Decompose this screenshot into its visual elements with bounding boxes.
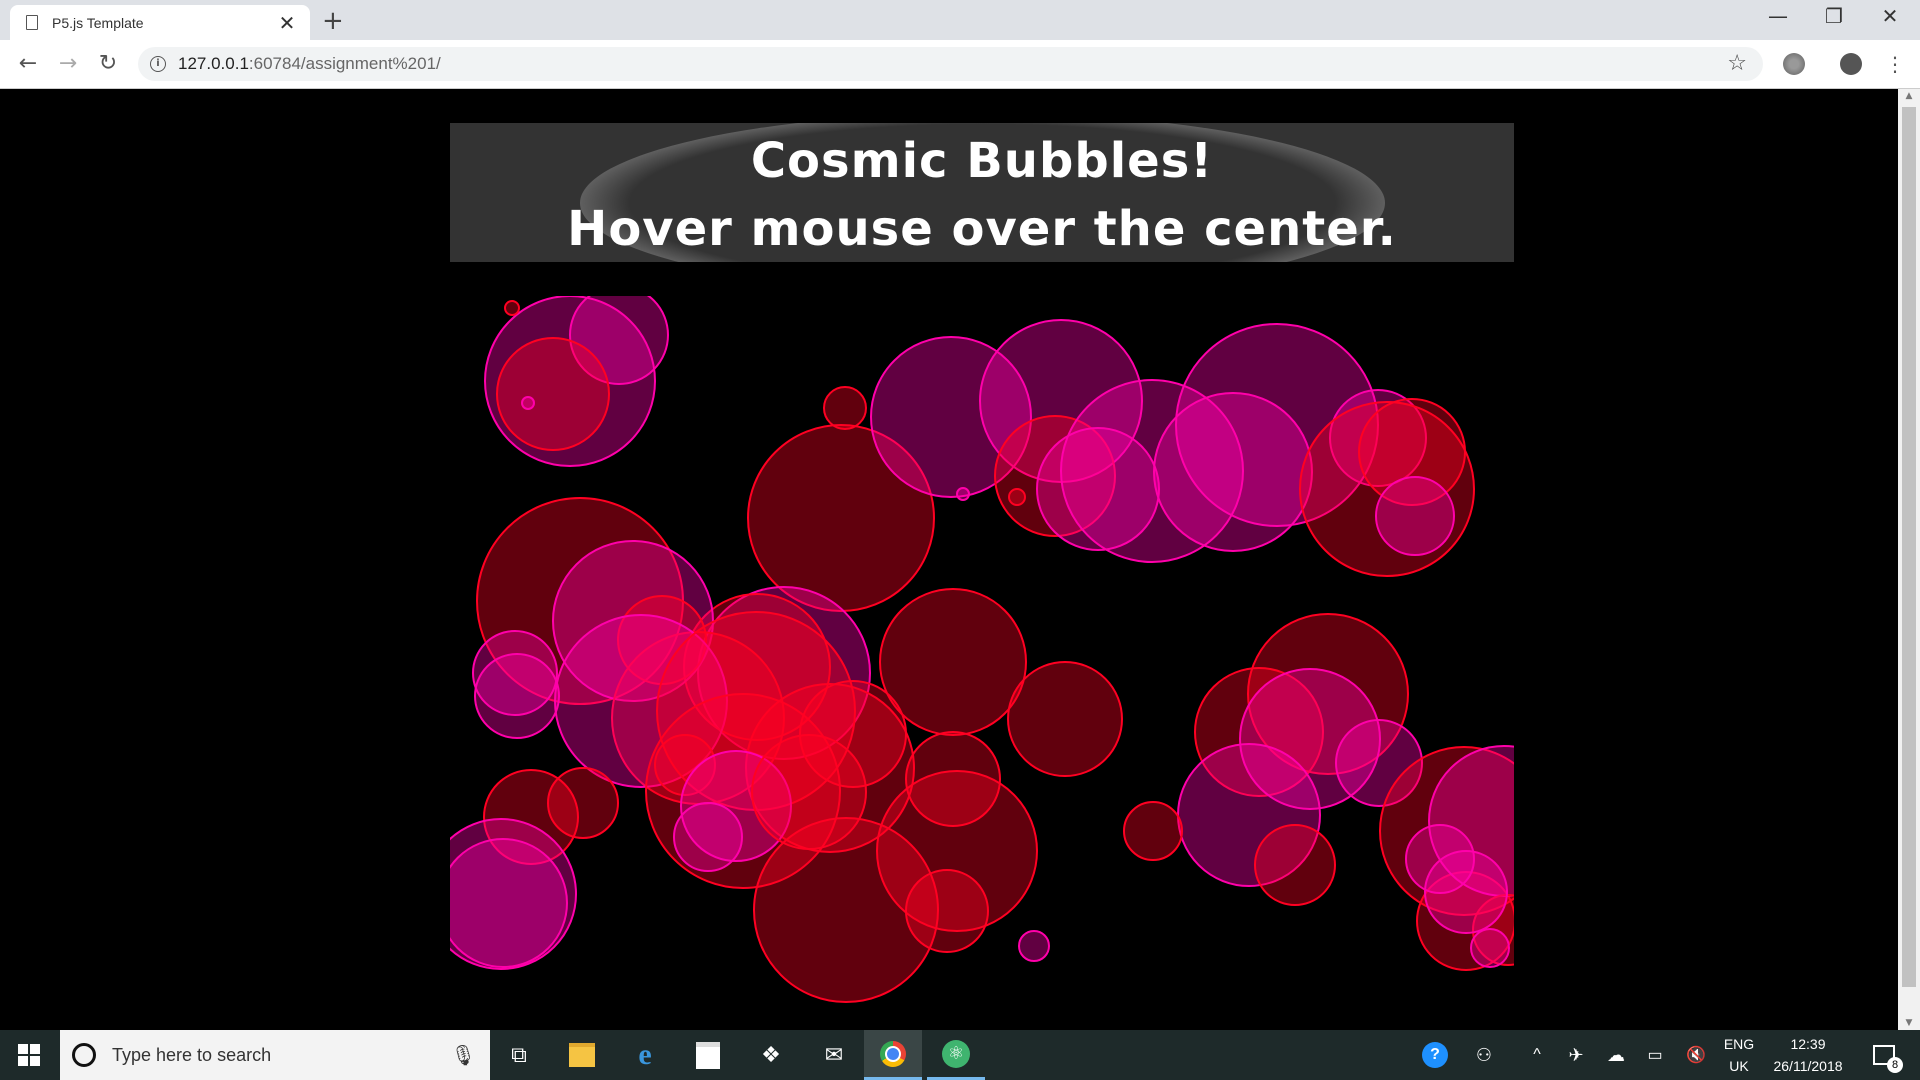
task-view-icon[interactable]: ⧉ xyxy=(490,1030,548,1080)
volume-muted-icon[interactable]: 🔇 xyxy=(1678,1030,1714,1080)
bubble xyxy=(521,396,535,410)
url-path: :60784/assignment%201/ xyxy=(248,54,441,73)
scrollbar[interactable]: ▲ ▼ xyxy=(1898,89,1920,1030)
bubble xyxy=(1239,668,1381,810)
windows-icon xyxy=(18,1044,40,1066)
lang-region: UK xyxy=(1729,1058,1749,1074)
search-placeholder: Type here to search xyxy=(112,1044,272,1065)
bubble xyxy=(547,767,619,839)
bubble xyxy=(1424,850,1508,934)
bookmark-star-icon[interactable]: ☆ xyxy=(1727,51,1747,76)
back-icon[interactable]: ← xyxy=(12,48,44,80)
help-icon[interactable]: ? xyxy=(1416,1030,1454,1080)
menu-icon[interactable]: ⋮ xyxy=(1879,48,1911,80)
address-bar[interactable]: i 127.0.0.1:60784/assignment%201/ ☆ xyxy=(138,47,1763,81)
notification-count: 8 xyxy=(1887,1057,1903,1073)
page-icon xyxy=(26,15,38,30)
bubble xyxy=(504,300,520,316)
clock-date: 26/11/2018 xyxy=(1773,1058,1843,1074)
forward-icon[interactable]: → xyxy=(52,48,84,80)
p5-canvas[interactable] xyxy=(450,296,1514,1030)
banner-instruction: Hover mouse over the center. xyxy=(567,201,1397,257)
start-button[interactable] xyxy=(0,1030,58,1080)
mail-icon[interactable]: ✉ xyxy=(805,1030,863,1080)
bubble xyxy=(1254,824,1336,906)
airplane-mode-icon[interactable]: ✈ xyxy=(1560,1030,1592,1080)
bubble xyxy=(496,337,610,451)
new-tab-button[interactable]: + xyxy=(322,6,344,36)
reload-icon[interactable]: ↻ xyxy=(92,48,124,80)
language-indicator[interactable]: ENG UK xyxy=(1718,1030,1760,1080)
title-banner: Cosmic Bubbles! Hover mouse over the cen… xyxy=(450,123,1514,262)
browser-toolbar: ← → ↻ i 127.0.0.1:60784/assignment%201/ … xyxy=(0,40,1920,89)
bubble xyxy=(1470,928,1510,968)
bubble xyxy=(1123,801,1183,861)
clock-time: 12:39 xyxy=(1790,1036,1826,1052)
extension-icon[interactable] xyxy=(1783,53,1805,75)
store-icon[interactable] xyxy=(679,1030,737,1080)
file-explorer-icon[interactable] xyxy=(553,1030,611,1080)
tab-title: P5.js Template xyxy=(52,14,144,31)
minimize-icon[interactable]: — xyxy=(1758,4,1798,28)
bubble xyxy=(1375,476,1455,556)
banner-title: Cosmic Bubbles! xyxy=(750,133,1214,189)
microphone-icon[interactable]: 🎙 xyxy=(451,1043,476,1067)
close-tab-icon[interactable]: ✕ xyxy=(276,12,298,34)
close-window-icon[interactable]: ✕ xyxy=(1870,4,1910,28)
bubble xyxy=(879,588,1027,736)
scroll-up-icon[interactable]: ▲ xyxy=(1898,91,1920,101)
url-host: 127.0.0.1 xyxy=(178,54,249,73)
atom-icon[interactable]: ⚛ xyxy=(927,1030,985,1080)
clock[interactable]: 12:39 26/11/2018 xyxy=(1762,1030,1854,1080)
chrome-icon[interactable] xyxy=(864,1030,922,1080)
profile-icon[interactable] xyxy=(1840,53,1862,75)
onedrive-icon[interactable]: ☁ xyxy=(1600,1030,1632,1080)
scroll-thumb[interactable] xyxy=(1902,107,1916,987)
action-center-icon[interactable]: 8 xyxy=(1864,1030,1904,1080)
bubble xyxy=(823,386,867,430)
bubble xyxy=(905,869,989,953)
cortana-icon xyxy=(72,1043,96,1067)
scroll-down-icon[interactable]: ▼ xyxy=(1898,1018,1920,1028)
bubble xyxy=(1018,930,1050,962)
dropbox-icon[interactable]: ❖ xyxy=(742,1030,800,1080)
windows-taskbar: Type here to search 🎙 ⧉ e ❖ ✉ ⚛ ? ⚇ ^ ✈ … xyxy=(0,1030,1920,1080)
taskbar-search[interactable]: Type here to search 🎙 xyxy=(60,1030,490,1080)
show-hidden-icons[interactable]: ^ xyxy=(1522,1030,1552,1080)
browser-tab[interactable]: P5.js Template ✕ xyxy=(10,5,310,40)
tab-strip: P5.js Template ✕ + — ❐ ✕ xyxy=(0,0,1920,40)
bubble xyxy=(956,487,970,501)
lang-code: ENG xyxy=(1723,1036,1755,1052)
bubble xyxy=(1008,488,1026,506)
bubble xyxy=(474,653,560,739)
edge-icon[interactable]: e xyxy=(616,1030,674,1080)
bubble xyxy=(450,838,568,968)
people-icon[interactable]: ⚇ xyxy=(1466,1030,1502,1080)
bubble xyxy=(1007,661,1123,777)
bubble xyxy=(673,802,743,872)
battery-icon[interactable]: ▭ xyxy=(1640,1030,1670,1080)
restore-icon[interactable]: ❐ xyxy=(1814,4,1854,28)
info-icon[interactable]: i xyxy=(150,56,166,72)
